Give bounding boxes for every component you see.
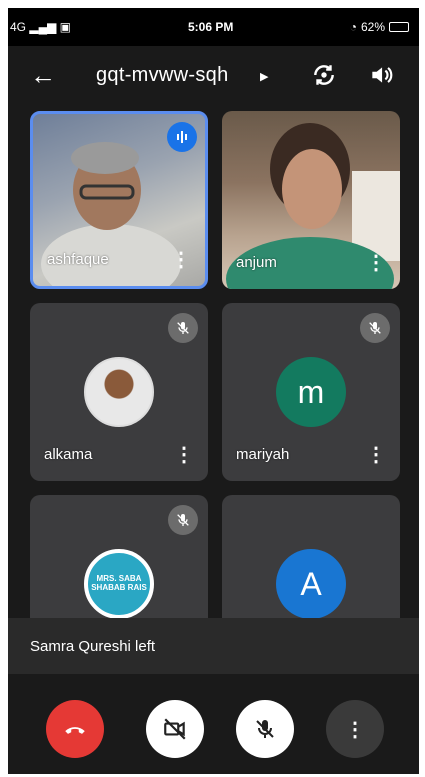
more-options-icon[interactable]: ⋮ (174, 445, 194, 465)
muted-mic-icon (168, 313, 198, 343)
toast-message: Samra Qureshi left (30, 638, 156, 655)
participant-avatar: m (276, 357, 346, 427)
participant-tile-ashfaque[interactable]: ashfaque ⋮ (30, 111, 208, 289)
more-options-icon[interactable]: ⋮ (366, 253, 386, 273)
mic-toggle-button[interactable] (236, 700, 294, 758)
meeting-top-bar: ← gqt-mvww-sqh ▶ (8, 46, 419, 106)
battery-percent: 62% (360, 20, 385, 34)
participant-avatar (84, 357, 154, 427)
call-controls: ⋮ (8, 684, 419, 774)
participant-name: alkama (44, 446, 93, 463)
more-options-icon[interactable]: ⋮ (366, 445, 386, 465)
participant-tile-alkama[interactable]: alkama ⋮ (30, 303, 208, 481)
back-arrow-icon[interactable]: ← (30, 60, 56, 91)
camera-off-icon (164, 718, 186, 740)
speaking-indicator-icon (167, 122, 197, 152)
notification-toast: Samra Qureshi left (8, 618, 419, 674)
muted-mic-icon (168, 505, 198, 535)
battery-icon (389, 22, 409, 32)
mic-off-icon (256, 720, 274, 738)
muted-mic-icon (360, 313, 390, 343)
participant-tile-anjum[interactable]: anjum ⋮ (222, 111, 400, 289)
participant-tile-mariyah[interactable]: m mariyah ⋮ (222, 303, 400, 481)
meeting-code[interactable]: gqt-mvww-sqh (96, 64, 229, 87)
more-options-icon[interactable]: ⋮ (171, 250, 191, 270)
camera-toggle-button[interactable] (146, 700, 204, 758)
phone-hangup-icon (65, 727, 85, 734)
status-bar: 4G ▂▄▆ ▣ 5:06 PM ◔ 62% (8, 8, 419, 46)
wifi-icon: ◔ (349, 20, 357, 34)
status-right: ◔ 62% (350, 20, 409, 34)
signal-indicator: 4G ▂▄▆ ▣ (10, 20, 71, 34)
participant-name: ashfaque (47, 251, 109, 268)
participant-avatar: MRS. SABA SHABAB RAIS (84, 549, 154, 619)
participant-name: mariyah (236, 446, 290, 463)
participant-name: anjum (236, 254, 277, 271)
meet-screen: 4G ▂▄▆ ▣ 5:06 PM ◔ 62% ← gqt-mvww-sqh ▶ … (8, 8, 419, 774)
speaker-icon[interactable] (368, 62, 394, 93)
switch-camera-icon[interactable] (311, 62, 337, 93)
end-call-button[interactable] (46, 700, 104, 758)
participant-avatar: A (276, 549, 346, 619)
caret-right-icon[interactable]: ▶ (260, 70, 268, 83)
more-actions-button[interactable]: ⋮ (326, 700, 384, 758)
status-time: 5:06 PM (188, 20, 234, 34)
